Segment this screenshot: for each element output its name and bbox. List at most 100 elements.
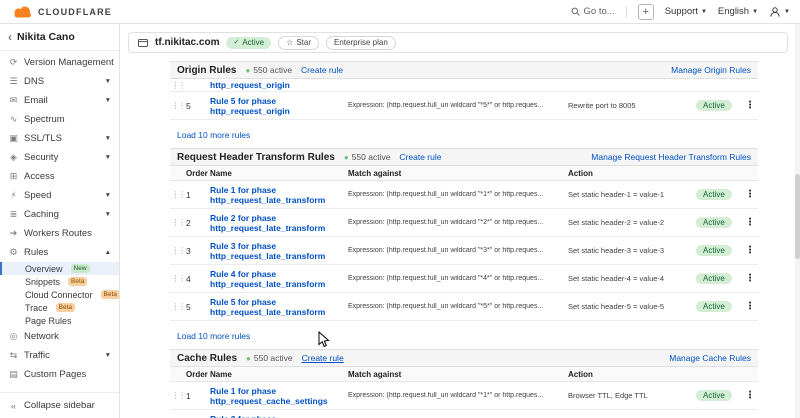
custom-pages-icon: ▤ — [8, 369, 19, 380]
sidebar-item-version-management[interactable]: ⟳Version Management — [0, 53, 119, 72]
rule-row: ⋮⋮5Rule 5 for phasehttp_request_originEx… — [170, 92, 758, 120]
rule-name-line1: Rule 4 for phase — [210, 269, 348, 279]
load-more-link[interactable]: Load 10 more rules — [177, 130, 250, 140]
table-column-header: OrderNameMatch againstAction — [170, 166, 758, 181]
sidebar-item-email[interactable]: ✉Email▼ — [0, 91, 119, 110]
column-action: Action — [568, 370, 696, 379]
sidebar-item-label: DNS — [24, 76, 44, 87]
sidebar-item-cloud-connector[interactable]: Cloud ConnectorBeta — [0, 288, 119, 301]
sidebar-item-workers-routes[interactable]: ➔Workers Routes — [0, 224, 119, 243]
manage-rules-link[interactable]: Manage Request Header Transform Rules — [591, 152, 751, 162]
sidebar-item-label: Version Management — [24, 57, 114, 68]
section-title: Cache Rules — [177, 353, 237, 364]
active-count-label: 550 active — [253, 65, 292, 75]
active-count: ●550 active — [344, 152, 391, 162]
drag-handle-icon[interactable]: ⋮⋮ — [170, 190, 186, 199]
load-more-link[interactable]: Load 10 more rules — [177, 331, 250, 341]
domain-bar: tf.nikitac.com ✓ Active ☆ Star Enterpris… — [128, 32, 788, 53]
network-icon: ◎ — [8, 331, 19, 342]
rule-name-link[interactable]: Rule 4 for phasehttp_request_late_transf… — [210, 269, 348, 289]
active-count-label: 550 active — [352, 152, 391, 162]
column-order: Order — [186, 169, 210, 178]
sidebar-item-spectrum[interactable]: ∿Spectrum — [0, 110, 119, 129]
kebab-menu-icon[interactable]: ⋮ — [742, 245, 758, 256]
rule-expression: Expression: (http.request.full_uri wildc… — [348, 219, 568, 226]
drag-handle-icon[interactable]: ⋮⋮ — [170, 274, 186, 283]
account-header[interactable]: ‹ Nikita Cano — [0, 24, 119, 51]
create-rule-link[interactable]: Create rule — [301, 65, 343, 75]
table-column-header: OrderNameMatch againstAction — [170, 367, 758, 382]
sidebar-item-security[interactable]: ◈Security▼ — [0, 148, 119, 167]
sidebar-item-speed[interactable]: ⚡Speed▼ — [0, 186, 119, 205]
rule-name-link[interactable]: Rule 2 for phasehttp_request_late_transf… — [210, 213, 348, 233]
sidebar-item-caching[interactable]: ≣Caching▼ — [0, 205, 119, 224]
check-icon: ✓ — [233, 38, 239, 47]
cloudflare-cloud-icon — [10, 6, 34, 18]
rule-row-partial: ⋮⋮ http_request_origin — [170, 79, 758, 92]
language-menu[interactable]: English ▼ — [718, 6, 758, 17]
add-button[interactable]: + — [638, 4, 654, 20]
drag-handle-icon[interactable]: ⋮⋮ — [170, 81, 186, 90]
sidebar-item-label: Caching — [24, 209, 59, 220]
rule-name-line2: http_request_late_transform — [210, 223, 348, 233]
rule-name-link[interactable]: Rule 1 for phasehttp_request_cache_setti… — [210, 386, 348, 406]
sidebar-item-label: SSL/TLS — [24, 133, 62, 144]
sidebar-item-rules[interactable]: ⚙Rules▲ — [0, 243, 119, 262]
rule-name-link[interactable]: Rule 5 for phasehttp_request_late_transf… — [210, 297, 348, 317]
sidebar-item-label: Speed — [24, 190, 51, 201]
sidebar-item-page-rules[interactable]: Page Rules — [0, 314, 119, 327]
kebab-menu-icon[interactable]: ⋮ — [742, 217, 758, 228]
rule-section-request-header-transform-rules: Request Header Transform Rules●550 activ… — [170, 148, 758, 349]
rule-row: ⋮⋮2Rule 2 for phasehttp_request_cache_se… — [170, 410, 758, 418]
sidebar-item-overview[interactable]: OverviewNew — [0, 262, 119, 275]
support-menu[interactable]: Support ▼ — [665, 6, 707, 17]
collapse-sidebar-button[interactable]: « Collapse sidebar — [0, 392, 119, 418]
green-dot-icon: ● — [344, 153, 349, 162]
create-rule-link[interactable]: Create rule — [399, 152, 441, 162]
drag-handle-icon[interactable]: ⋮⋮ — [170, 302, 186, 311]
kebab-menu-icon[interactable]: ⋮ — [742, 100, 758, 111]
drag-handle-icon[interactable]: ⋮⋮ — [170, 101, 186, 110]
scrollbar-track[interactable] — [795, 24, 800, 418]
status-badge: Active — [696, 390, 732, 401]
cloudflare-logo[interactable]: CLOUDFLARE — [10, 6, 112, 18]
chevron-down-icon: ▼ — [105, 192, 111, 199]
sidebar-item-label: Access — [24, 171, 55, 182]
kebab-menu-icon[interactable]: ⋮ — [742, 273, 758, 284]
star-button[interactable]: ☆ Star — [278, 36, 319, 50]
sidebar-item-trace[interactable]: TraceBeta — [0, 301, 119, 314]
sidebar-item-custom-pages[interactable]: ▤Custom Pages — [0, 365, 119, 384]
sidebar-item-access[interactable]: ⊞Access — [0, 167, 119, 186]
drag-handle-icon[interactable]: ⋮⋮ — [170, 218, 186, 227]
sidebar-item-ssl-tls[interactable]: ▣SSL/TLS▼ — [0, 129, 119, 148]
dns-icon: ☰ — [8, 76, 19, 87]
rule-name-link[interactable]: Rule 1 for phasehttp_request_late_transf… — [210, 185, 348, 205]
rule-name-link[interactable]: Rule 3 for phasehttp_request_late_transf… — [210, 241, 348, 261]
manage-rules-link[interactable]: Manage Origin Rules — [671, 65, 751, 75]
drag-handle-icon[interactable]: ⋮⋮ — [170, 246, 186, 255]
sidebar-item-dns[interactable]: ☰ DNS ▼ — [0, 72, 119, 91]
kebab-menu-icon[interactable]: ⋮ — [742, 189, 758, 200]
global-search[interactable]: Go to... — [571, 6, 615, 17]
column-order: Order — [186, 370, 210, 379]
rule-order: 4 — [186, 274, 210, 284]
manage-rules-link[interactable]: Manage Cache Rules — [669, 353, 751, 363]
sidebar-item-traffic[interactable]: ⇆Traffic▼ — [0, 346, 119, 365]
sidebar-item-network[interactable]: ◎Network — [0, 327, 119, 346]
rule-row: ⋮⋮5Rule 5 for phasehttp_request_late_tra… — [170, 293, 758, 321]
collapse-icon: « — [8, 401, 19, 411]
sidebar-item-snippets[interactable]: SnippetsBeta — [0, 275, 119, 288]
sidebar-item-label: Cloud Connector — [25, 290, 93, 300]
rule-name-link[interactable]: Rule 5 for phasehttp_request_origin — [210, 96, 348, 116]
chevron-down-icon: ▼ — [105, 78, 111, 85]
scrollbar-thumb[interactable] — [795, 174, 800, 259]
drag-handle-icon[interactable]: ⋮⋮ — [170, 391, 186, 400]
create-rule-link[interactable]: Create rule — [302, 353, 344, 363]
rule-name-link[interactable]: Rule 2 for phasehttp_request_cache_setti… — [210, 414, 348, 418]
kebab-menu-icon[interactable]: ⋮ — [742, 301, 758, 312]
rule-name-link[interactable]: http_request_origin — [210, 80, 348, 90]
rules-icon: ⚙ — [8, 247, 19, 258]
kebab-menu-icon[interactable]: ⋮ — [742, 390, 758, 401]
user-menu[interactable]: ▼ — [769, 6, 790, 18]
rule-action: Browser TTL, Edge TTL — [568, 391, 696, 400]
